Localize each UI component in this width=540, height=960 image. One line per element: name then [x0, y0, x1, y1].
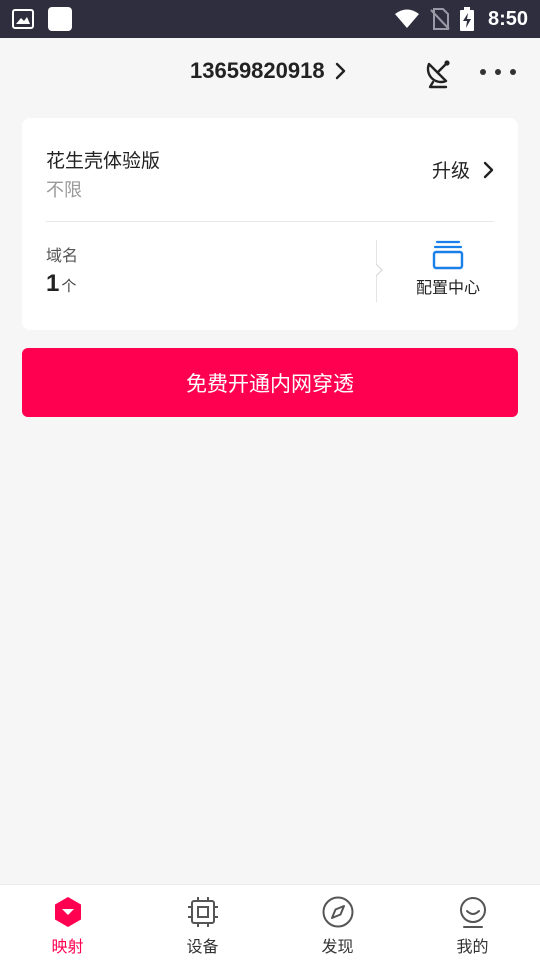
account-selector[interactable]: 13659820918 [190, 58, 347, 84]
tab-label: 映射 [51, 937, 84, 956]
tab-profile[interactable]: 我的 [405, 885, 540, 960]
domain-count[interactable]: 1 个 [46, 270, 76, 298]
battery-charging-icon [459, 7, 474, 31]
chevron-right-icon [335, 62, 345, 80]
status-bar: 8:50 [0, 0, 540, 38]
divider-notch-icon [375, 264, 383, 276]
satellite-icon[interactable] [420, 54, 456, 90]
domain-count-number: 1 [46, 270, 60, 297]
more-icon[interactable] [480, 62, 516, 82]
config-center-button[interactable]: 配置中心 [392, 238, 504, 298]
domain-count-unit: 个 [61, 277, 77, 295]
status-bar-left [12, 7, 72, 31]
upgrade-label: 升级 [431, 160, 470, 182]
tab-label: 我的 [456, 937, 489, 956]
mapping-icon [54, 897, 81, 927]
tab-bar: 映射 设备 发现 我的 [0, 884, 540, 960]
more-dot [495, 69, 501, 75]
wifi-icon [394, 9, 419, 28]
more-dot [510, 69, 516, 75]
no-sim-icon [430, 8, 450, 30]
plan-card: 花生壳体验版 不限 升级 域名 1 个 配置中心 [22, 118, 518, 330]
status-bar-right: 8:50 [394, 7, 528, 31]
compass-icon [322, 896, 353, 928]
account-number: 13659820918 [190, 58, 325, 83]
plan-limit: 不限 [46, 180, 82, 201]
activate-tunnel-button[interactable]: 免费开通内网穿透 [22, 348, 518, 417]
tab-discover[interactable]: 发现 [270, 885, 405, 960]
domain-label: 域名 [46, 246, 79, 265]
device-icon [187, 897, 218, 927]
status-time: 8:50 [487, 7, 528, 30]
more-dot [480, 69, 486, 75]
config-center-icon [432, 240, 464, 270]
profile-icon [459, 897, 486, 928]
image-icon [12, 9, 34, 29]
card-divider [46, 221, 494, 222]
tab-label: 发现 [321, 937, 354, 956]
app-square-icon [48, 7, 72, 31]
plan-name: 花生壳体验版 [46, 150, 161, 172]
config-center-label: 配置中心 [415, 278, 480, 297]
tab-device[interactable]: 设备 [135, 885, 270, 960]
header: 13659820918 [0, 38, 540, 106]
tab-mapping[interactable]: 映射 [0, 885, 135, 960]
upgrade-button[interactable]: 升级 [432, 156, 494, 183]
chevron-right-icon [483, 161, 494, 178]
tab-label: 设备 [186, 937, 219, 956]
